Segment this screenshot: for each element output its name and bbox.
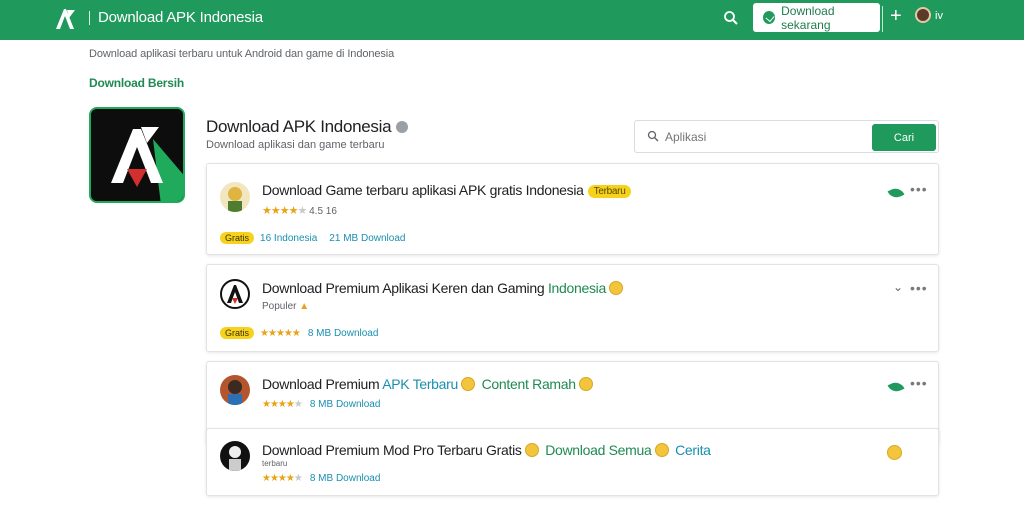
item-meta: Populer ▲ bbox=[262, 301, 309, 312]
star-rating-icon: ★★★★★ bbox=[262, 473, 303, 484]
item-meta: terbaru bbox=[262, 459, 288, 468]
page-title-text: Download APK Indonesia bbox=[206, 117, 392, 136]
item-footer: ★★★★★ 8 MB Download bbox=[262, 399, 392, 410]
more-options-icon[interactable]: ••• bbox=[910, 280, 928, 296]
user-name[interactable]: iv bbox=[935, 10, 943, 22]
section-link[interactable]: Download Bersih bbox=[89, 76, 184, 90]
item-footer: Gratis 16 Indonesia 21 MB Download bbox=[220, 232, 417, 244]
leaf-icon[interactable] bbox=[887, 379, 905, 395]
plus-icon[interactable]: + bbox=[890, 6, 902, 26]
item-title-text: Download Game terbaru aplikasi APK grati… bbox=[262, 182, 584, 198]
status-badge: Terbaru bbox=[587, 184, 632, 198]
page-title: Download APK Indonesia bbox=[206, 117, 409, 137]
avatar[interactable] bbox=[915, 7, 931, 23]
top-bar: Download APK Indonesia Download sekarang… bbox=[0, 0, 1024, 40]
app-thumbnail bbox=[220, 375, 250, 405]
price-badge: Gratis bbox=[220, 327, 255, 339]
download-button[interactable]: Download sekarang bbox=[753, 3, 880, 32]
page-subtitle: Download aplikasi dan game terbaru bbox=[206, 139, 385, 151]
list-item[interactable]: Download Premium Aplikasi Keren dan Gami… bbox=[206, 264, 939, 352]
chevron-down-icon[interactable]: ⌄ bbox=[893, 280, 903, 294]
star-rating-icon: ★★★★★ bbox=[262, 399, 303, 410]
item-title[interactable]: Download Premium Aplikasi Keren dan Gami… bbox=[262, 280, 626, 296]
rating-value: 4.5 bbox=[309, 206, 324, 217]
verified-icon bbox=[396, 120, 409, 133]
item-title-highlight: Content Ramah bbox=[481, 376, 576, 392]
star-rating-icon: ★★★★★ bbox=[260, 328, 301, 339]
item-size: 8 MB Download bbox=[309, 399, 381, 410]
smile-icon bbox=[524, 443, 539, 458]
list-item[interactable]: Download Game terbaru aplikasi APK grati… bbox=[206, 163, 939, 255]
app-thumbnail bbox=[220, 441, 250, 471]
star-rating-icon: ★★★★★ bbox=[262, 205, 307, 217]
price-badge: Gratis bbox=[220, 232, 255, 244]
item-title-text: Download Premium bbox=[262, 280, 380, 296]
search-box: Cari bbox=[634, 120, 939, 153]
item-region: 16 Indonesia bbox=[260, 233, 318, 244]
breadcrumb: Download aplikasi terbaru untuk Android … bbox=[89, 48, 395, 60]
search-button[interactable]: Cari bbox=[872, 124, 936, 151]
item-tag: Populer bbox=[262, 301, 297, 312]
fire-icon: ▲ bbox=[299, 301, 310, 312]
download-button-label: Download sekarang bbox=[781, 3, 835, 32]
item-title[interactable]: Download Game terbaru aplikasi APK grati… bbox=[262, 182, 632, 198]
more-options-icon[interactable]: ••• bbox=[910, 181, 928, 197]
item-title-highlight: Download Semua bbox=[545, 442, 652, 458]
more-options-icon[interactable]: ••• bbox=[910, 375, 928, 391]
item-title[interactable]: Download Premium APK Terbaru Content Ram… bbox=[262, 376, 596, 392]
site-title[interactable]: Download APK Indonesia bbox=[98, 9, 263, 26]
item-title-highlight: Indonesia bbox=[547, 280, 606, 296]
app-logo bbox=[89, 107, 185, 203]
smile-icon bbox=[608, 281, 623, 296]
item-title-extra: Aplikasi Keren dan Gaming bbox=[382, 280, 545, 296]
title-divider bbox=[89, 11, 90, 25]
smile-icon bbox=[461, 377, 476, 392]
item-footer: ★★★★★ 8 MB Download bbox=[262, 473, 392, 484]
search-input[interactable] bbox=[665, 128, 865, 146]
item-size: 8 MB Download bbox=[307, 328, 379, 339]
smile-icon[interactable] bbox=[887, 445, 902, 460]
item-size: 21 MB Download bbox=[329, 233, 406, 244]
search-icon bbox=[647, 130, 659, 142]
item-title-accent: Cerita bbox=[675, 442, 711, 458]
apk-logo-icon bbox=[91, 109, 183, 201]
search-icon[interactable] bbox=[722, 9, 740, 27]
smile-icon bbox=[578, 377, 593, 392]
list-item[interactable]: Download Premium Mod Pro Terbaru Gratis … bbox=[206, 428, 939, 496]
app-thumbnail bbox=[220, 182, 250, 212]
header-divider bbox=[882, 6, 883, 32]
chat-icon bbox=[763, 11, 776, 24]
apk-logo-icon[interactable] bbox=[52, 6, 78, 32]
app-thumbnail bbox=[220, 279, 250, 309]
item-size: 8 MB Download bbox=[309, 473, 381, 484]
item-title-text: Download Premium Mod Pro Terbaru Gratis bbox=[262, 442, 522, 458]
item-footer: Gratis ★★★★★ 8 MB Download bbox=[220, 327, 390, 339]
main-panel: Download APK Indonesia Download aplikasi… bbox=[205, 107, 939, 512]
item-title-accent: APK Terbaru bbox=[382, 376, 459, 392]
smile-icon bbox=[654, 443, 669, 458]
leaf-icon[interactable] bbox=[887, 185, 905, 201]
item-title[interactable]: Download Premium Mod Pro Terbaru Gratis … bbox=[262, 442, 711, 458]
rating-count: 16 bbox=[325, 206, 337, 217]
item-title-text: Download Premium bbox=[262, 376, 380, 392]
item-rating: ★★★★★ 4.5 16 bbox=[262, 204, 337, 217]
